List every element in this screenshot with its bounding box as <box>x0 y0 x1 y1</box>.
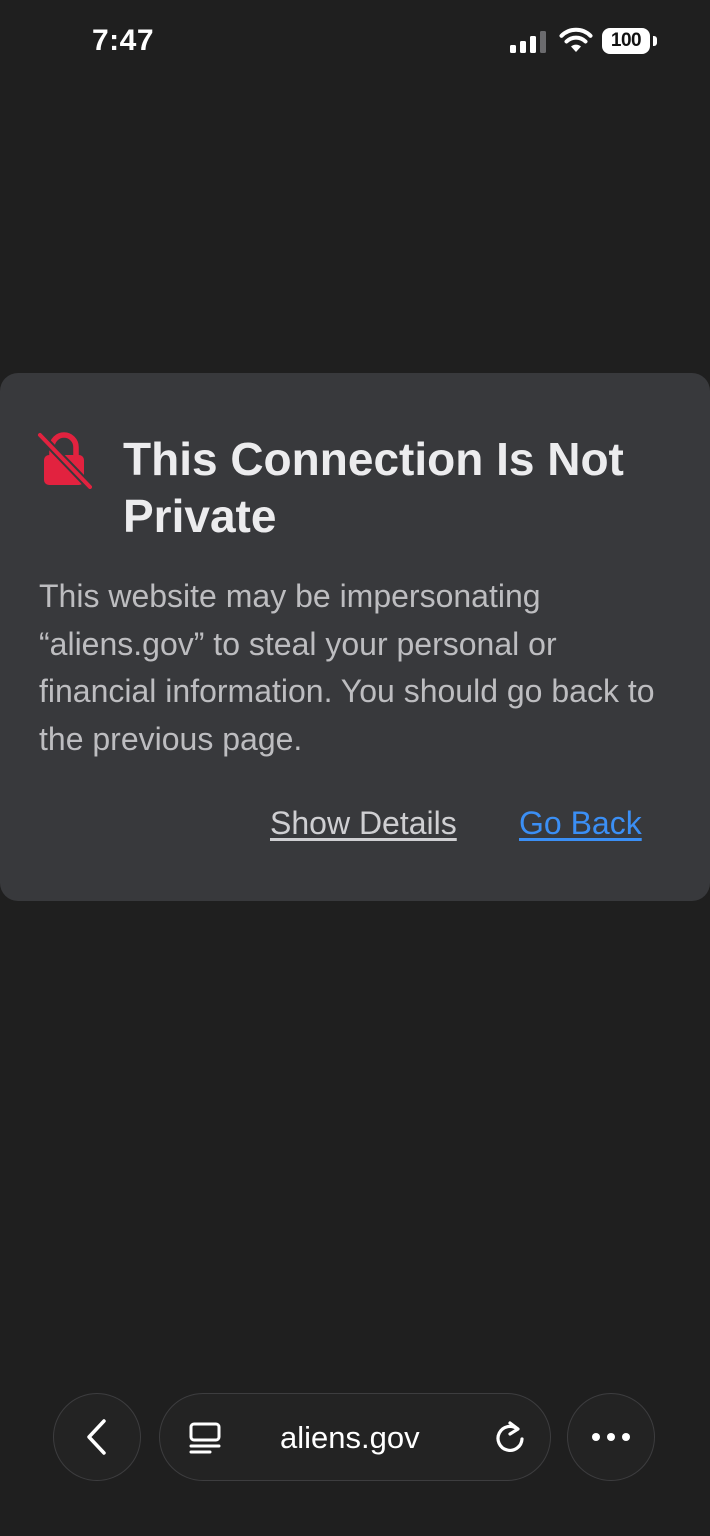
address-bar[interactable]: aliens.gov <box>159 1393 551 1481</box>
go-back-link[interactable]: Go Back <box>519 805 642 842</box>
reader-mode-icon[interactable] <box>188 1421 222 1455</box>
cellular-signal-icon <box>510 31 546 53</box>
more-button[interactable] <box>567 1393 655 1481</box>
back-button[interactable] <box>53 1393 141 1481</box>
battery-tip <box>653 36 657 46</box>
warning-message: This website may be impersonating “alien… <box>39 578 655 757</box>
reload-icon[interactable] <box>493 1420 527 1456</box>
status-time: 7:47 <box>92 24 155 57</box>
privacy-warning-card: This Connection Is Not Private This webs… <box>0 373 710 901</box>
chevron-left-icon <box>87 1419 106 1455</box>
ellipsis-icon <box>592 1433 630 1441</box>
warning-title: This Connection Is Not Private <box>123 433 624 542</box>
wifi-icon <box>559 27 593 52</box>
show-details-link[interactable]: Show Details <box>270 805 457 842</box>
status-bar: 7:47 100 <box>0 0 710 84</box>
url-text[interactable]: aliens.gov <box>280 1421 420 1455</box>
lock-slash-icon <box>36 431 92 489</box>
battery-level: 100 <box>602 28 650 54</box>
battery-icon: 100 <box>602 28 658 54</box>
